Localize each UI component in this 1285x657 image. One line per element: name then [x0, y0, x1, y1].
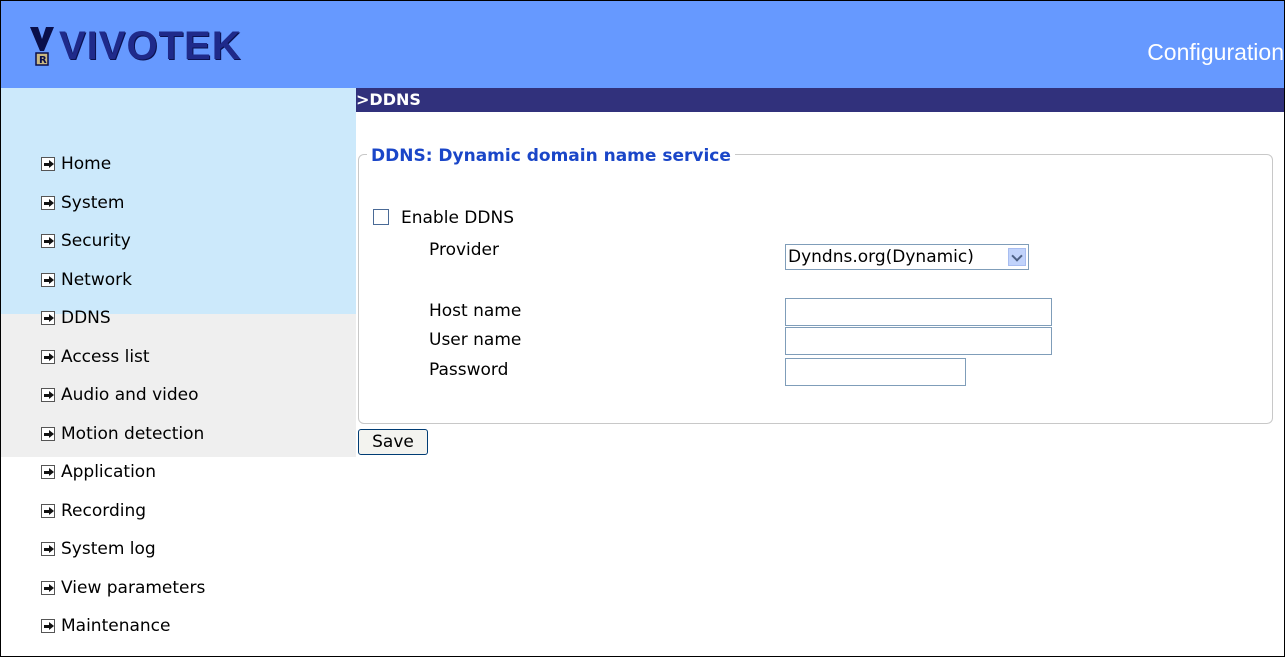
provider-label: Provider — [429, 240, 499, 260]
fieldset-legend: DDNS: Dynamic domain name service — [367, 146, 735, 166]
arrow-right-icon — [41, 542, 55, 557]
enable-ddns-checkbox[interactable] — [373, 209, 389, 225]
sidebar-item-label: Maintenance — [61, 616, 171, 637]
sidebar-item-label: Motion detection — [61, 423, 205, 444]
sidebar-item-application[interactable]: Application — [41, 453, 205, 492]
sidebar-item-access-list[interactable]: Access list — [41, 338, 205, 377]
sidebar-item-maintenance[interactable]: Maintenance — [41, 607, 205, 646]
arrow-right-icon — [41, 157, 55, 172]
vivotek-logo-icon: R — [30, 27, 54, 66]
save-button[interactable]: Save — [358, 429, 428, 455]
page-frame: R VIVOTEK Configuration Home System Secu… — [0, 0, 1285, 657]
sidebar-item-security[interactable]: Security — [41, 222, 205, 261]
arrow-right-icon — [41, 426, 55, 441]
sidebar-item-label: Application — [61, 462, 156, 483]
arrow-right-icon — [41, 311, 55, 326]
sidebar-item-label: System — [61, 192, 125, 213]
sidebar: Home System Security Network DDNS Access… — [1, 88, 356, 656]
section-header: >DDNS — [356, 88, 1284, 112]
arrow-right-icon — [41, 272, 55, 287]
arrow-right-icon — [41, 388, 55, 403]
provider-select[interactable]: Dyndns.org(Dynamic) — [785, 244, 1029, 270]
sidebar-item-network[interactable]: Network — [41, 261, 205, 300]
sidebar-item-ddns[interactable]: DDNS — [41, 299, 205, 338]
sidebar-item-system-log[interactable]: System log — [41, 530, 205, 569]
sidebar-item-label: View parameters — [61, 577, 206, 598]
enable-ddns-label: Enable DDNS — [401, 208, 514, 228]
sidebar-item-label: System log — [61, 539, 156, 560]
arrow-right-icon — [41, 195, 55, 210]
arrow-right-icon — [41, 619, 55, 634]
user-name-label: User name — [429, 330, 522, 350]
password-input[interactable] — [785, 358, 966, 386]
vivotek-logo: R VIVOTEK — [29, 23, 242, 69]
sidebar-item-label: DDNS — [61, 308, 111, 329]
sidebar-item-label: Recording — [61, 500, 147, 521]
arrow-right-icon — [41, 465, 55, 480]
provider-selected-value: Dyndns.org(Dynamic) — [788, 247, 974, 267]
user-name-input[interactable] — [785, 327, 1052, 355]
sidebar-item-view-parameters[interactable]: View parameters — [41, 569, 205, 608]
arrow-right-icon — [41, 503, 55, 518]
sidebar-item-audio-and-video[interactable]: Audio and video — [41, 376, 205, 415]
sidebar-item-home[interactable]: Home — [41, 145, 205, 184]
sidebar-item-label: Access list — [61, 346, 150, 367]
sidebar-item-label: Security — [61, 231, 131, 252]
logo-wordmark: VIVOTEK — [59, 23, 242, 68]
sidebar-item-system[interactable]: System — [41, 184, 205, 223]
sidebar-menu: Home System Security Network DDNS Access… — [41, 145, 205, 646]
sidebar-item-label: Home — [61, 154, 112, 175]
arrow-right-icon — [41, 580, 55, 595]
page-title: Configuration — [1147, 39, 1284, 65]
chevron-down-icon[interactable] — [1008, 248, 1026, 266]
arrow-right-icon — [41, 234, 55, 249]
host-name-label: Host name — [429, 301, 522, 321]
arrow-right-icon — [41, 349, 55, 364]
sidebar-item-label: Network — [61, 269, 132, 290]
sidebar-item-recording[interactable]: Recording — [41, 492, 205, 531]
password-label: Password — [429, 360, 509, 380]
svg-text:R: R — [39, 55, 47, 66]
header-bar: R VIVOTEK Configuration — [1, 1, 1284, 88]
sidebar-item-label: Audio and video — [61, 385, 199, 406]
sidebar-item-motion-detection[interactable]: Motion detection — [41, 415, 205, 454]
host-name-input[interactable] — [785, 298, 1052, 326]
